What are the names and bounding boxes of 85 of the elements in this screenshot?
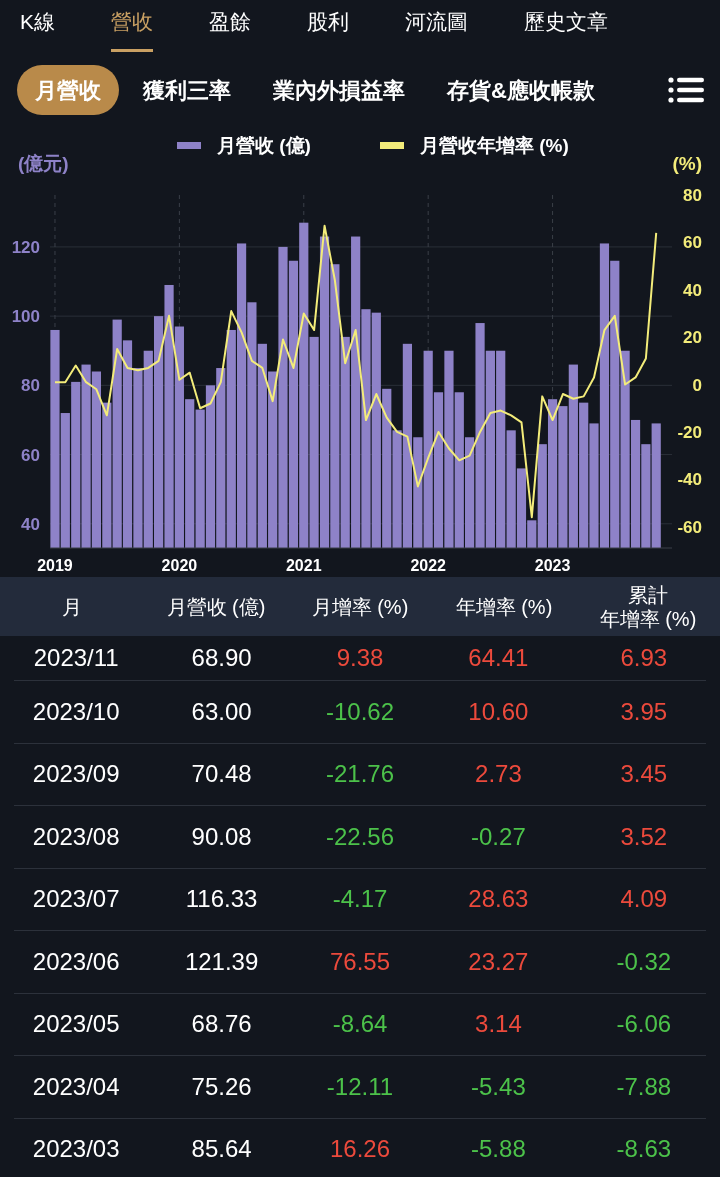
- axis-tick-label: 40: [21, 514, 40, 534]
- axis-tick-label: -40: [677, 470, 702, 490]
- table-cell-text: 2023/05: [31, 1009, 121, 1040]
- nav-tab[interactable]: K線: [20, 5, 55, 52]
- table-cell-text: 2023/04: [31, 1071, 121, 1102]
- column-header: 月: [62, 594, 82, 619]
- table-cell-text: 3.14: [474, 1009, 523, 1040]
- table-cell-text: -4.17: [331, 884, 389, 915]
- table-cell-text: 10.60: [467, 696, 530, 727]
- axis-tick-label: 2023: [534, 557, 571, 574]
- table-cell-text: 2023/08: [31, 821, 121, 852]
- table-cell-text: 68.76: [190, 1009, 253, 1040]
- table-cell-text: 3.52: [619, 821, 669, 852]
- menu-icon[interactable]: [668, 77, 704, 103]
- table-cell-text: 116.33: [184, 884, 259, 915]
- nav-tab[interactable]: 股利: [307, 5, 349, 52]
- table-cell-text: 2023/10: [31, 696, 121, 727]
- table-cell-text: -7.88: [615, 1071, 673, 1102]
- table-cell-text: 2023/09: [31, 759, 121, 790]
- legend-swatch: [380, 142, 404, 149]
- table-cell-text: -6.06: [615, 1009, 673, 1040]
- nav-tab[interactable]: 河流圖: [405, 5, 468, 52]
- table-cell-text: 85.64: [190, 1134, 253, 1165]
- axis-tick-label: 120: [11, 237, 40, 257]
- table-cell-text: 90.08: [190, 821, 253, 852]
- table-cell-text: 28.63: [467, 884, 530, 915]
- table-cell-text: 2023/07: [31, 884, 121, 915]
- axis-tick-label: -60: [677, 517, 702, 537]
- table-cell-text: 68.90: [190, 643, 253, 673]
- axis-tick-label: 20: [683, 328, 702, 348]
- table-cell-text: 63.00: [190, 696, 253, 727]
- sub-tab[interactable]: 存貨&應收帳款: [429, 65, 613, 115]
- axis-unit-label: (億元): [18, 153, 69, 174]
- legend-label: 月營收 (億): [217, 135, 311, 156]
- table-cell-text: 9.38: [335, 643, 385, 673]
- table-cell-text: -21.76: [324, 759, 395, 790]
- column-header: 月增率 (%): [311, 594, 409, 619]
- table-cell-text: -10.62: [324, 696, 395, 727]
- table-cell-text: -22.56: [324, 821, 395, 852]
- axis-tick-label: 2022: [410, 557, 446, 574]
- table-cell-text: -12.11: [325, 1071, 395, 1102]
- table-cell-text: 2023/11: [32, 643, 120, 673]
- axis-tick-label: 2021: [286, 557, 322, 574]
- table-cell-text: 3.95: [619, 696, 669, 727]
- axis-tick-label: 60: [683, 233, 702, 253]
- legend-swatch: [177, 142, 201, 149]
- table-cell-text: -0.27: [470, 821, 527, 852]
- table-cell-text: 3.45: [619, 759, 669, 790]
- axis-tick-label: 40: [683, 280, 702, 300]
- table-cell-text: 70.48: [190, 759, 253, 790]
- table-cell-text: -0.32: [615, 946, 673, 977]
- axis-tick-label: 2019: [37, 557, 73, 574]
- table-cell-text: 2.73: [474, 759, 523, 790]
- table-cell-text: 23.27: [467, 946, 530, 977]
- table-cell-text: 6.93: [619, 643, 669, 673]
- table-cell-text: -5.43: [470, 1071, 527, 1102]
- axis-tick-label: 80: [683, 186, 702, 205]
- nav-tab[interactable]: 營收: [111, 5, 153, 52]
- table-cell-text: 64.41: [467, 643, 530, 673]
- table-cell-text: 16.26: [328, 1134, 391, 1165]
- table-cell-text: -8.64: [331, 1009, 389, 1040]
- axis-tick-label: 100: [11, 307, 40, 327]
- sub-tab[interactable]: 業內外損益率: [255, 65, 423, 115]
- axis-tick-label: 0: [692, 375, 702, 395]
- nav-tab[interactable]: 歷史文章: [524, 5, 608, 52]
- column-header: 累計: [628, 582, 668, 607]
- axis-tick-label: 60: [21, 445, 40, 465]
- column-header: 月營收 (億): [166, 594, 266, 619]
- table-cell-text: 2023/03: [31, 1134, 121, 1165]
- table-cell-text: -8.63: [615, 1134, 673, 1165]
- table-cell-text: 76.55: [328, 946, 391, 977]
- table-cell-text: 2023/06: [31, 946, 121, 977]
- table-cell-text: -5.88: [470, 1134, 527, 1165]
- nav-tab[interactable]: 盈餘: [209, 5, 251, 52]
- axis-unit-label: (%): [672, 153, 702, 174]
- column-header: 年增率 (%): [599, 606, 697, 631]
- sub-tab[interactable]: 獲利三率: [125, 65, 249, 115]
- legend-label: 月營收年增率 (%): [420, 135, 569, 156]
- table-cell-text: 121.39: [183, 946, 260, 977]
- table-cell-text: 75.26: [190, 1071, 253, 1102]
- axis-tick-label: 2020: [161, 557, 198, 574]
- column-header: 年增率 (%): [455, 594, 553, 619]
- table-cell-text: 4.09: [619, 884, 669, 915]
- axis-tick-label: 80: [21, 376, 40, 396]
- axis-tick-label: -20: [677, 422, 702, 442]
